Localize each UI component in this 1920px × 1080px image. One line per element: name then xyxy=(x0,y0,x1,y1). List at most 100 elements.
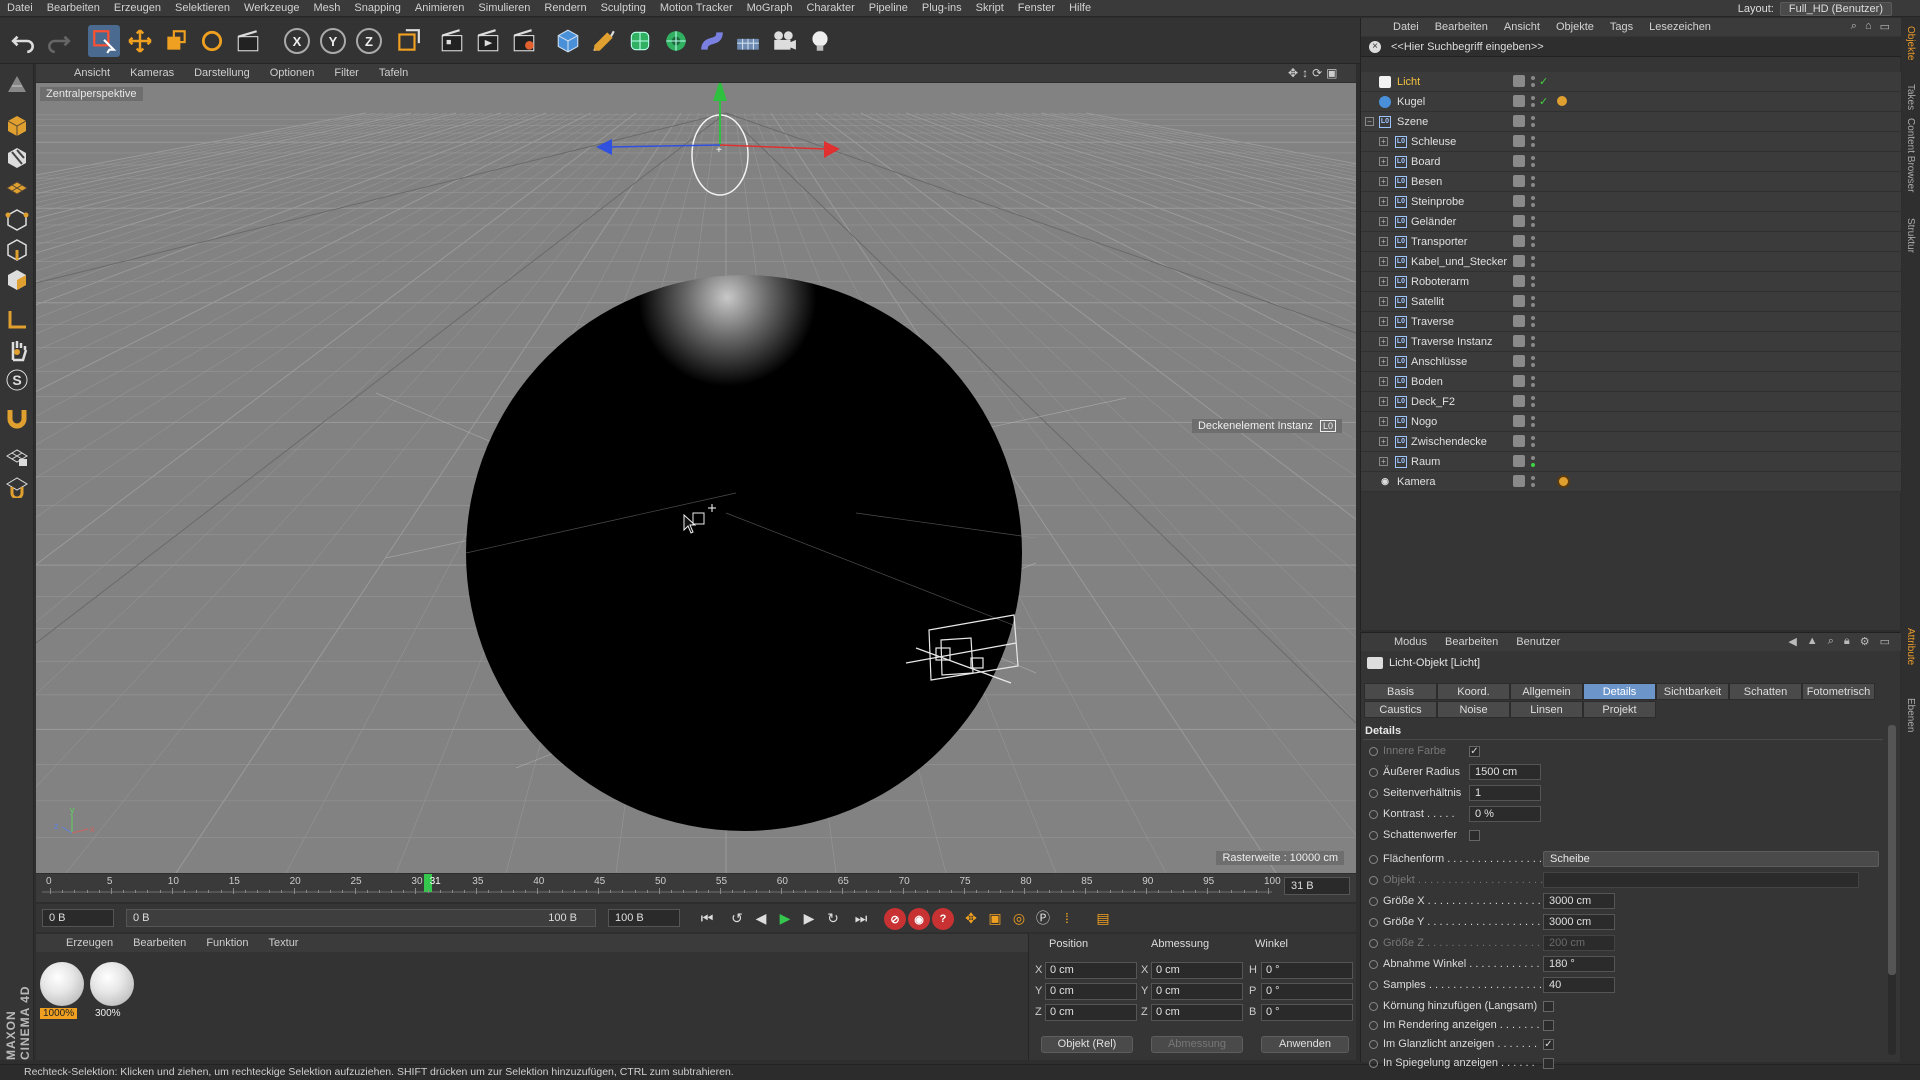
make-editable-button[interactable] xyxy=(3,70,31,98)
protection-tag-icon[interactable] xyxy=(1557,475,1570,488)
size-y-field[interactable]: 0 cm xyxy=(1151,983,1243,1000)
attr-field[interactable]: 40 xyxy=(1543,977,1615,993)
material-menu-item-3[interactable]: Textur xyxy=(259,937,309,949)
animate-radio-icon[interactable] xyxy=(1369,939,1378,948)
editor-visibility-dot[interactable] xyxy=(1531,116,1535,120)
render-visibility-dot[interactable] xyxy=(1531,223,1535,227)
key-position-button[interactable]: ✥ xyxy=(960,908,982,928)
editor-visibility-dot[interactable] xyxy=(1531,296,1535,300)
angle-p-field[interactable]: 0 ° xyxy=(1261,983,1353,1000)
maximize-view-icon[interactable]: ▣ xyxy=(1326,66,1337,80)
redo-button[interactable] xyxy=(42,25,74,57)
clear-search-icon[interactable]: × xyxy=(1369,41,1381,53)
deformer-button[interactable] xyxy=(696,25,728,57)
new-view-icon[interactable]: ▭ xyxy=(1880,20,1890,33)
editor-visibility-dot[interactable] xyxy=(1531,356,1535,360)
animate-radio-icon[interactable] xyxy=(1369,768,1378,777)
keyframe-selection-button[interactable]: ? xyxy=(932,908,954,930)
preview-range-slider[interactable]: 0 B 100 B xyxy=(126,909,596,927)
render-visibility-dot[interactable] xyxy=(1531,383,1535,387)
om-menu-item-0[interactable]: Datei xyxy=(1385,21,1427,33)
menu-item-1[interactable]: Bearbeiten xyxy=(40,2,107,14)
coordinate-system-button[interactable] xyxy=(392,25,424,57)
model-mode-button[interactable] xyxy=(3,112,31,140)
layer-visibility-icon[interactable] xyxy=(1513,155,1525,167)
object-row-zwischendecke[interactable]: + L0 Zwischendecke xyxy=(1361,432,1901,452)
new-panel-icon[interactable]: ▭ xyxy=(1880,635,1890,648)
object-row-transporter[interactable]: + L0 Transporter xyxy=(1361,232,1901,252)
editor-visibility-dot[interactable] xyxy=(1531,456,1535,460)
layout-selector[interactable]: Layout: Full_HD (Benutzer) xyxy=(1738,0,1892,17)
3d-viewport[interactable]: + y x z Zentralperspektive Deckenelement… xyxy=(36,83,1356,873)
y-axis-handle-icon[interactable] xyxy=(713,83,727,101)
animate-radio-icon[interactable] xyxy=(1369,810,1378,819)
editor-visibility-dot[interactable] xyxy=(1531,396,1535,400)
am-menu-item-1[interactable]: Bearbeiten xyxy=(1436,636,1507,648)
layer-visibility-icon[interactable] xyxy=(1513,75,1525,87)
prev-frame-button[interactable]: ◀ xyxy=(750,908,772,928)
object-row-szene[interactable]: − L0 Szene xyxy=(1361,112,1901,132)
current-frame-field[interactable]: 31 B xyxy=(1284,877,1350,895)
render-visibility-dot[interactable] xyxy=(1531,363,1535,367)
back-arrow-icon[interactable]: ◀ xyxy=(1788,635,1796,648)
attr-checkbox[interactable] xyxy=(1543,1058,1554,1069)
animate-radio-icon[interactable] xyxy=(1369,1040,1378,1049)
camera-button[interactable] xyxy=(768,25,800,57)
render-visibility-dot[interactable] xyxy=(1531,443,1535,447)
render-visibility-dot[interactable] xyxy=(1531,103,1535,107)
layer-visibility-icon[interactable] xyxy=(1513,475,1525,487)
editor-visibility-dot[interactable] xyxy=(1531,236,1535,240)
menu-item-7[interactable]: Animieren xyxy=(408,2,472,14)
go-to-start-button[interactable]: ⏮ xyxy=(696,908,718,928)
layer-visibility-icon[interactable] xyxy=(1513,455,1525,467)
workplane-snap-button[interactable] xyxy=(3,472,31,500)
floor-scene-button[interactable] xyxy=(732,25,764,57)
key-parameter-button[interactable]: Ⓟ xyxy=(1032,908,1054,928)
tab-sichtbarkeit[interactable]: Sichtbarkeit xyxy=(1656,683,1729,700)
key-rotation-button[interactable]: ◎ xyxy=(1008,908,1030,928)
move-tool-button[interactable] xyxy=(124,25,156,57)
editor-visibility-dot[interactable] xyxy=(1531,76,1535,80)
attribute-scrollbar[interactable] xyxy=(1888,725,1896,1055)
object-row-steinprobe[interactable]: + L0 Steinprobe xyxy=(1361,192,1901,212)
om-menu-item-5[interactable]: Lesezeichen xyxy=(1641,21,1719,33)
attr-field[interactable]: 180 ° xyxy=(1543,956,1615,972)
light-button[interactable] xyxy=(804,25,836,57)
record-button[interactable]: ⊘ xyxy=(884,908,906,930)
animate-radio-icon[interactable] xyxy=(1369,789,1378,798)
attr-checkbox[interactable] xyxy=(1469,830,1480,841)
object-row-satellit[interactable]: + L0 Satellit xyxy=(1361,292,1901,312)
timeline-track[interactable] xyxy=(42,891,1272,893)
side-tab-objekte[interactable]: Objekte xyxy=(1905,26,1916,60)
menu-item-14[interactable]: Pipeline xyxy=(862,2,915,14)
attr-field[interactable]: 3000 cm xyxy=(1543,914,1615,930)
editor-visibility-dot[interactable] xyxy=(1531,176,1535,180)
y-axis-lock-button[interactable]: Y xyxy=(320,28,346,54)
editor-visibility-dot[interactable] xyxy=(1531,156,1535,160)
layer-visibility-icon[interactable] xyxy=(1513,295,1525,307)
editor-visibility-dot[interactable] xyxy=(1531,336,1535,340)
attr-field[interactable]: 0 % xyxy=(1469,806,1541,822)
size-x-field[interactable]: 0 cm xyxy=(1151,962,1243,979)
layer-visibility-icon[interactable] xyxy=(1513,195,1525,207)
render-visibility-dot[interactable] xyxy=(1531,123,1535,127)
animate-radio-icon[interactable] xyxy=(1369,960,1378,969)
editor-visibility-dot[interactable] xyxy=(1531,136,1535,140)
expand-toggle-icon[interactable]: + xyxy=(1379,137,1388,146)
pen-spline-button[interactable] xyxy=(588,25,620,57)
editor-visibility-dot[interactable] xyxy=(1531,316,1535,320)
menu-item-5[interactable]: Mesh xyxy=(306,2,347,14)
x-axis-handle-icon[interactable] xyxy=(824,141,840,158)
expand-toggle-icon[interactable]: + xyxy=(1379,277,1388,286)
object-row-traverse-instanz[interactable]: + L0 Traverse Instanz xyxy=(1361,332,1901,352)
layer-visibility-icon[interactable] xyxy=(1513,355,1525,367)
side-tab-attribute[interactable]: Attribute xyxy=(1905,628,1916,665)
render-visibility-dot[interactable] xyxy=(1531,403,1535,407)
om-menu-item-2[interactable]: Ansicht xyxy=(1496,21,1548,33)
render-view-button[interactable] xyxy=(436,25,468,57)
editor-visibility-dot[interactable] xyxy=(1531,216,1535,220)
render-visibility-dot[interactable] xyxy=(1531,263,1535,267)
cloner-button[interactable] xyxy=(660,25,692,57)
expand-toggle-icon[interactable]: + xyxy=(1379,457,1388,466)
menu-item-15[interactable]: Plug-ins xyxy=(915,2,969,14)
